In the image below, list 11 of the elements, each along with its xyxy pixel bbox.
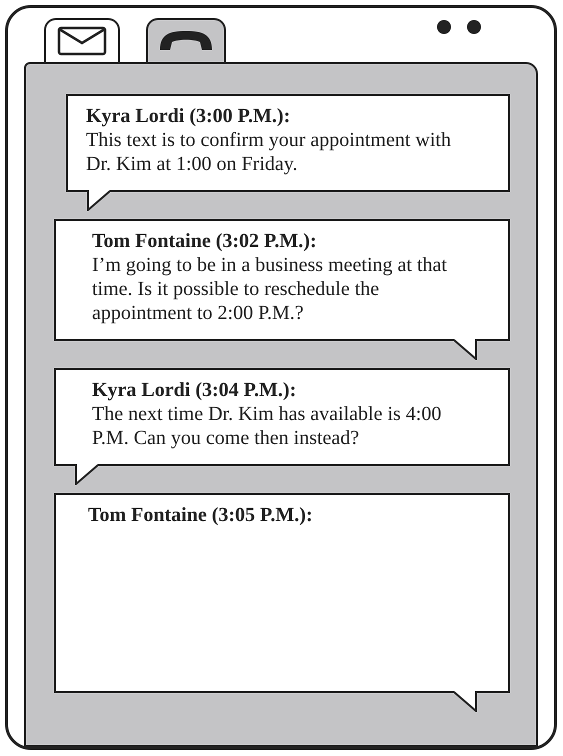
message-header: Tom Fontaine (3:05 P.M.): xyxy=(88,503,314,527)
envelope-icon xyxy=(57,26,107,56)
message-text: This text is to confirm your appointment with Dr. Kim at 1:00 on Friday. xyxy=(86,128,452,176)
message-text: The next time Dr. Kim has available is 4:00 P.M. Can you come then instead? xyxy=(92,402,442,450)
tab[interactable] xyxy=(44,18,120,62)
message-header: Tom Fontaine (3:02 P.M.): xyxy=(92,229,318,253)
tab[interactable] xyxy=(146,18,226,62)
message-text: I’m going to be in a business meeting at that time. Is it possible to reschedule the appointment to 2:00 P.M.? xyxy=(92,253,448,325)
message-header: Kyra Lordi (3:04 P.M.): xyxy=(92,378,298,402)
indicator-dots-icon xyxy=(436,19,482,35)
message-header: Kyra Lordi (3:00 P.M.): xyxy=(86,104,292,128)
